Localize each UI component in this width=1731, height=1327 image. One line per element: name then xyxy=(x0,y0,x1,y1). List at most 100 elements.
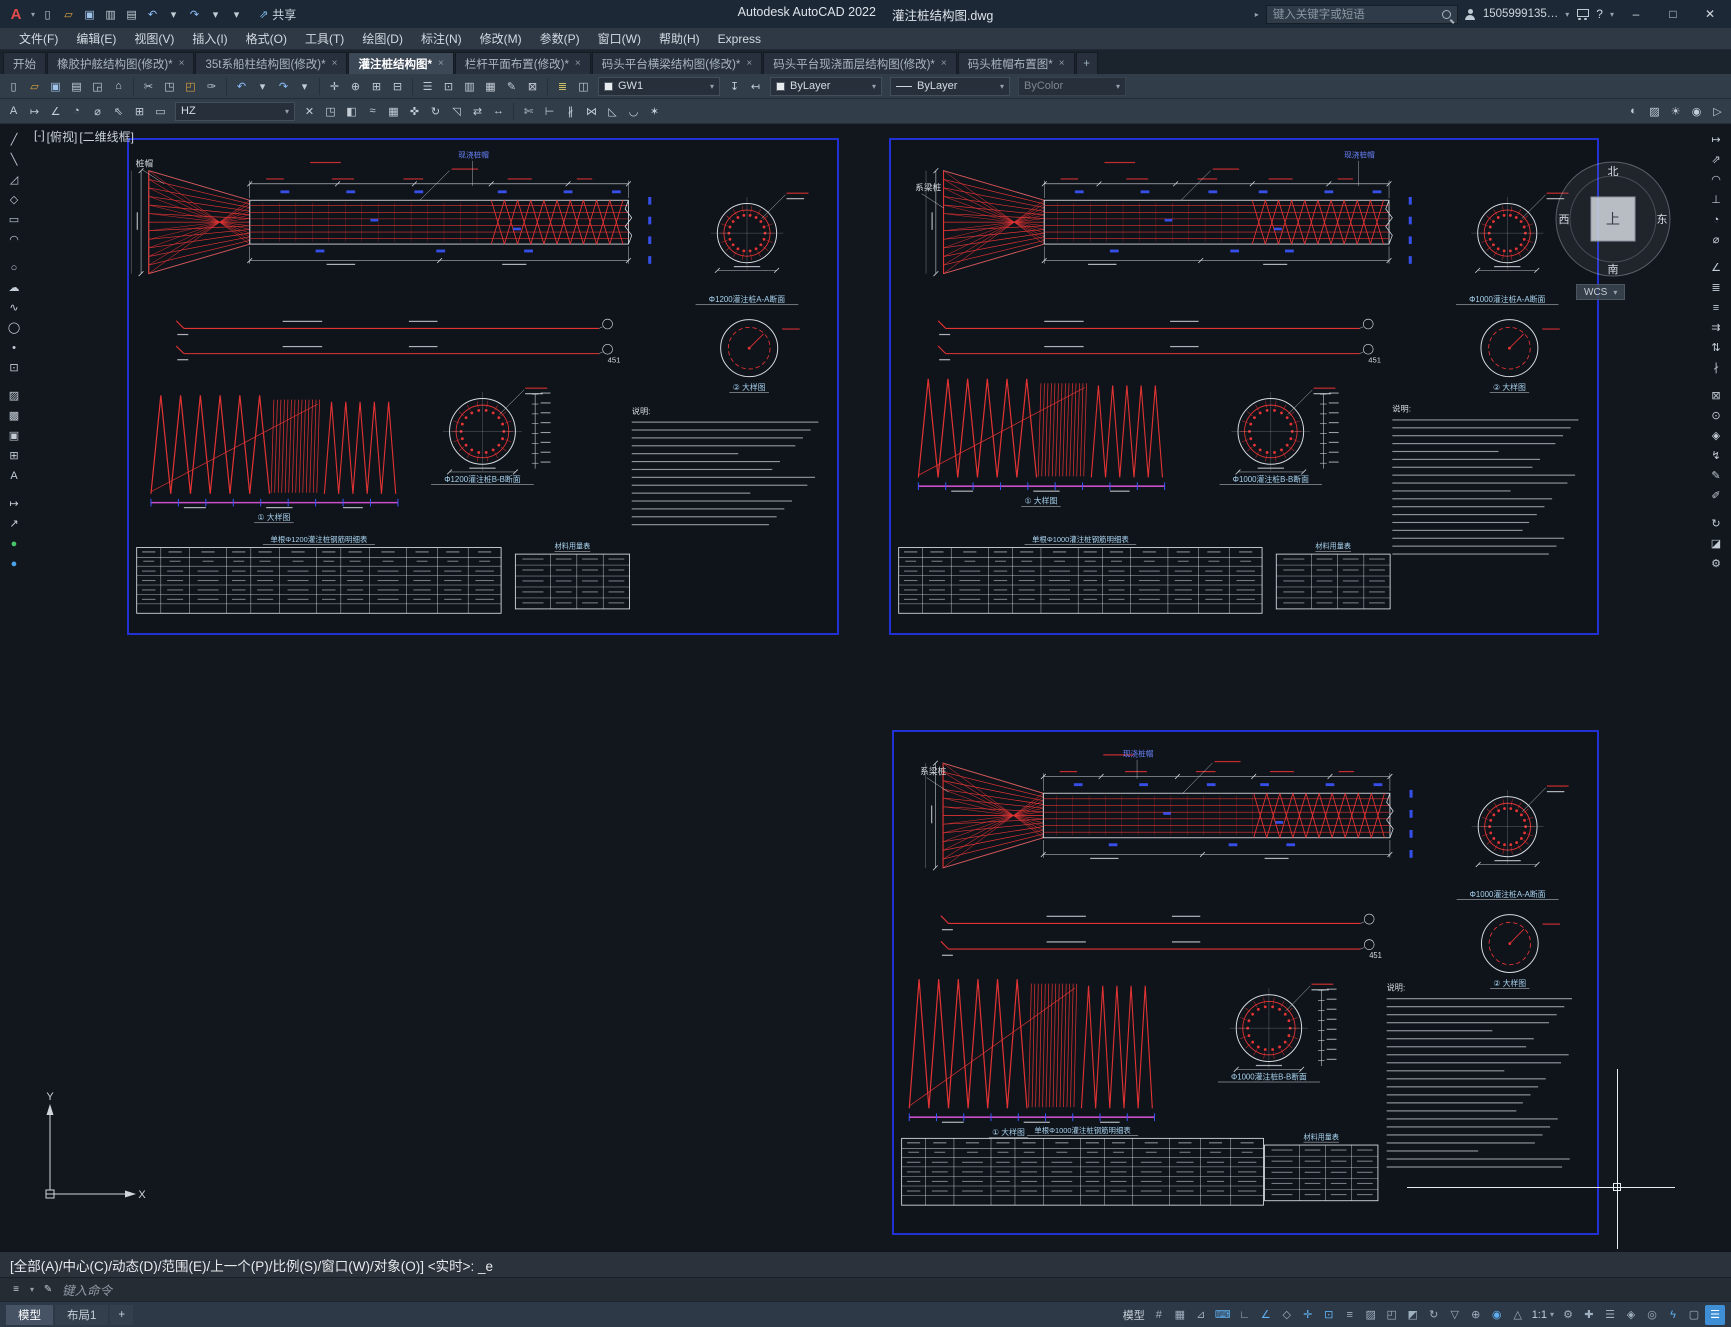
break-icon[interactable]: ∦ xyxy=(561,102,580,121)
polyline-tool-icon[interactable]: ◿ xyxy=(3,170,25,189)
redo-list-caret-icon[interactable]: ▾ xyxy=(295,77,314,96)
match-properties-icon[interactable]: ✑ xyxy=(202,77,221,96)
annotation-monitor-toggle[interactable]: ✚ xyxy=(1579,1305,1599,1325)
tool-palettes-icon[interactable]: ▥ xyxy=(460,77,479,96)
plot-style-combo[interactable]: ByColor ▾ xyxy=(1018,76,1126,96)
cut-icon[interactable]: ✂ xyxy=(139,77,158,96)
camera-icon[interactable]: ◉ xyxy=(1687,102,1706,121)
new-layout-button[interactable]: + xyxy=(110,1304,134,1325)
rotate-icon[interactable]: ↻ xyxy=(426,102,445,121)
ucs-icon[interactable]: Y X xyxy=(28,1090,148,1210)
layout1-tab[interactable]: 布局1 xyxy=(55,1304,109,1325)
drawing-canvas[interactable]: [-] [俯视] [二维线框] ╱ ╲ ◿ ◇ ▭ ◠ ○ ☁ ∿ ◯ • ⊡ ▨ ▩ ▣ ⊞ A ↦ ↗ ● ● ↦ ⇗… xyxy=(0,124,1731,1251)
tab-bollard-close-icon[interactable]: × xyxy=(332,58,338,69)
menu-tools[interactable]: 工具(T) xyxy=(296,28,353,49)
share-button[interactable]: ⇗ 共享 xyxy=(259,6,296,23)
menu-express[interactable]: Express xyxy=(709,28,770,49)
isolate-objects-button[interactable]: ◎ xyxy=(1642,1305,1662,1325)
account-caret-icon[interactable]: ▾ xyxy=(1565,10,1569,19)
menu-help[interactable]: 帮助(H) xyxy=(650,28,709,49)
menu-dimension[interactable]: 标注(N) xyxy=(412,28,471,49)
selection-cycling-toggle[interactable]: ◰ xyxy=(1382,1305,1402,1325)
gizmo-toggle[interactable]: ⊕ xyxy=(1466,1305,1486,1325)
infer-constraints-toggle[interactable]: ⊿ xyxy=(1191,1305,1211,1325)
quick-calc-icon[interactable]: ⊠ xyxy=(523,77,542,96)
mtext-tool-icon[interactable]: A xyxy=(3,466,25,485)
leader-tool-icon[interactable]: ↗ xyxy=(3,514,25,533)
tab-beam[interactable]: 码头平台横梁结构图(修改)* × xyxy=(591,52,763,74)
spline-tool-icon[interactable]: ∿ xyxy=(3,298,25,317)
fillet-icon[interactable]: ◡ xyxy=(624,102,643,121)
continue-dim-icon[interactable]: ⇉ xyxy=(1705,318,1727,337)
minimize-button[interactable]: – xyxy=(1621,3,1651,25)
layer-tools-icon[interactable]: ◫ xyxy=(574,77,593,96)
autoscale-toggle[interactable]: △ xyxy=(1508,1305,1528,1325)
tab-rubber-fender[interactable]: 橡胶护舷结构图(修改)* × xyxy=(47,52,195,74)
new-drawing-tab-button[interactable]: + xyxy=(1075,52,1098,74)
multileader-icon[interactable]: ⇖ xyxy=(109,102,128,121)
search-input[interactable]: 键入关键字或短语 xyxy=(1265,4,1458,24)
dim-arc-icon[interactable]: ◠ xyxy=(1705,170,1727,189)
dim-ordinate-icon[interactable]: ⊥ xyxy=(1705,190,1727,209)
dim-angular-icon[interactable]: ∠ xyxy=(46,102,65,121)
table-tool-icon[interactable]: ⊞ xyxy=(3,446,25,465)
paste-icon[interactable]: ◰ xyxy=(181,77,200,96)
linetype-combo[interactable]: ByLayer ▾ xyxy=(890,76,1010,96)
workspace-switching-button[interactable]: ⚙ xyxy=(1558,1305,1578,1325)
arc-tool-icon[interactable]: ◠ xyxy=(3,230,25,249)
layer-previous-icon[interactable]: ↤ xyxy=(746,77,765,96)
menu-modify[interactable]: 修改(M) xyxy=(471,28,531,49)
field-icon[interactable]: ▭ xyxy=(151,102,170,121)
tab-bollard[interactable]: 35t系船柱结构图(修改)* × xyxy=(195,52,348,74)
zoom-realtime-icon[interactable]: ⊕ xyxy=(346,77,365,96)
compass-north[interactable]: 北 xyxy=(1608,165,1619,178)
save-icon[interactable]: ▣ xyxy=(46,77,65,96)
join-icon[interactable]: ⋈ xyxy=(582,102,601,121)
publish-icon[interactable]: ⌂ xyxy=(109,77,128,96)
viewcube-compass[interactable]: 北 南 西 东 上 xyxy=(1552,158,1674,280)
dim-edit-icon[interactable]: ✎ xyxy=(1705,466,1727,485)
baseline-dim-icon[interactable]: ≡ xyxy=(1705,298,1727,317)
menu-window[interactable]: 窗口(W) xyxy=(589,28,650,49)
tab-pile-cap-close-icon[interactable]: × xyxy=(1059,58,1065,69)
compass-east[interactable]: 东 xyxy=(1657,213,1668,226)
dim-radius-icon[interactable]: ◔ xyxy=(67,102,86,121)
redo-quick-icon[interactable]: ↷ xyxy=(185,5,204,24)
command-recent-caret-icon[interactable]: ▾ xyxy=(30,1285,34,1294)
render-icon[interactable]: ◐ xyxy=(1624,102,1643,121)
undo-quick-icon[interactable]: ↶ xyxy=(143,5,162,24)
dim-linear-icon[interactable]: ↦ xyxy=(25,102,44,121)
layer-properties-icon[interactable]: ≣ xyxy=(553,77,572,96)
tab-start[interactable]: 开始 xyxy=(3,52,46,74)
light-icon[interactable]: ☀ xyxy=(1666,102,1685,121)
tab-cast-pile-close-icon[interactable]: × xyxy=(438,58,444,69)
grid-display-toggle[interactable]: # xyxy=(1149,1305,1169,1325)
copy-icon[interactable]: ◳ xyxy=(160,77,179,96)
object-snap-toggle[interactable]: ⊡ xyxy=(1319,1305,1339,1325)
scale-icon[interactable]: ◹ xyxy=(447,102,466,121)
make-object-layer-current-icon[interactable]: ↧ xyxy=(725,77,744,96)
color-combo[interactable]: ByLayer ▾ xyxy=(770,76,882,96)
customization-button[interactable]: ☰ xyxy=(1705,1304,1725,1325)
model-space-button[interactable]: 模型 xyxy=(1120,1305,1148,1325)
object-snap-tracking-toggle[interactable]: ✛ xyxy=(1298,1305,1318,1325)
annotation-visibility-toggle[interactable]: ◉ xyxy=(1487,1305,1507,1325)
lock-ui-button[interactable]: ◈ xyxy=(1621,1305,1641,1325)
dim-settings-icon[interactable]: ⚙ xyxy=(1705,554,1727,573)
table-icon[interactable]: ⊞ xyxy=(130,102,149,121)
construction-line-tool-icon[interactable]: ╲ xyxy=(3,150,25,169)
walk-icon[interactable]: ▷ xyxy=(1708,102,1727,121)
move-icon[interactable]: ✜ xyxy=(405,102,424,121)
save-as-quick-icon[interactable]: ▥ xyxy=(101,5,120,24)
layer-combo[interactable]: GW1 ▾ xyxy=(598,76,720,96)
revision-cloud-tool-icon[interactable]: ☁ xyxy=(3,278,25,297)
3d-osnap-toggle[interactable]: ◩ xyxy=(1403,1305,1423,1325)
dim-style-icon[interactable]: ◪ xyxy=(1705,534,1727,553)
dim-update-icon[interactable]: ↻ xyxy=(1705,514,1727,533)
sheet-set-manager-icon[interactable]: ▦ xyxy=(481,77,500,96)
open-file-quick-icon[interactable]: ▱ xyxy=(59,5,78,24)
materials-icon[interactable]: ▨ xyxy=(1645,102,1664,121)
command-customize-icon[interactable]: ≡ xyxy=(8,1282,24,1298)
dim-text-edit-icon[interactable]: ✐ xyxy=(1705,486,1727,505)
tab-beam-close-icon[interactable]: × xyxy=(746,58,752,69)
